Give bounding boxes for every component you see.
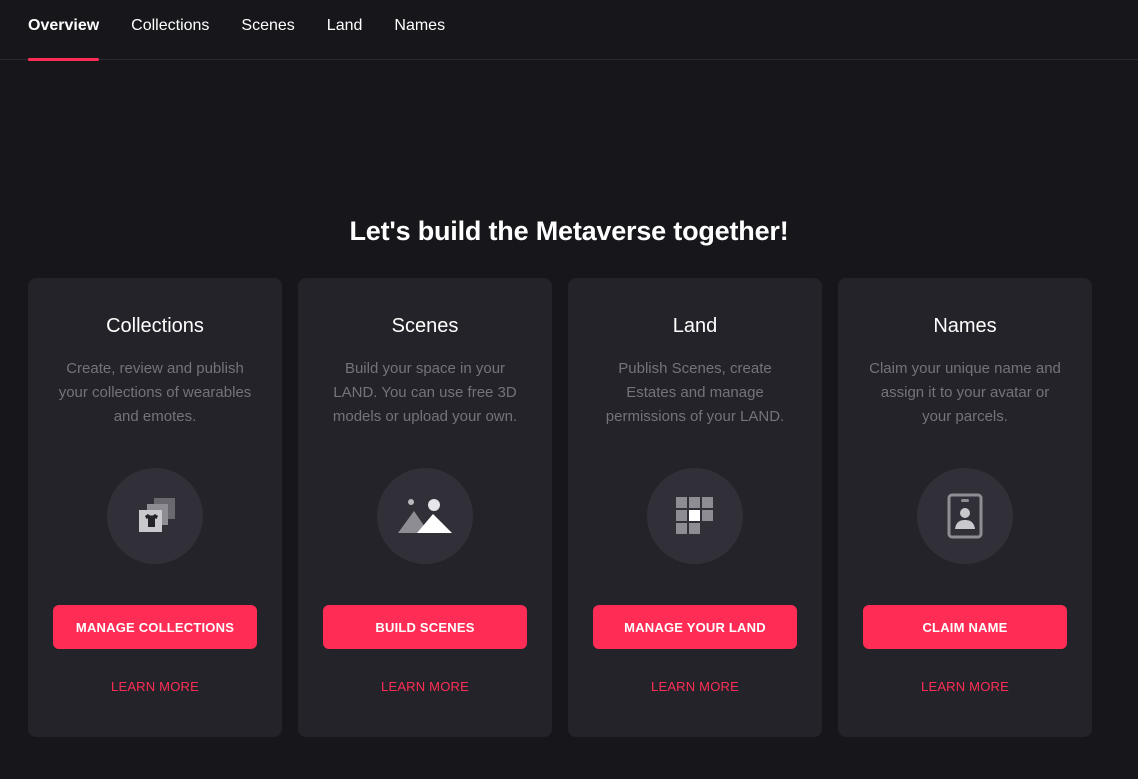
card-land: Land Publish Scenes, create Estates and … (568, 278, 822, 737)
parcel-grid-icon (676, 497, 713, 534)
id-badge-icon (947, 493, 983, 539)
card-title: Collections (106, 315, 204, 337)
learn-more-link[interactable]: LEARN MORE (298, 679, 552, 694)
card-title: Scenes (391, 315, 459, 337)
tab-names[interactable]: Names (394, 0, 445, 60)
learn-more-link[interactable]: LEARN MORE (838, 679, 1092, 694)
collections-icon (107, 468, 203, 564)
tab-scenes[interactable]: Scenes (241, 0, 294, 60)
learn-more-link[interactable]: LEARN MORE (568, 679, 822, 694)
card-description: Build your space in your LAND. You can u… (332, 360, 518, 425)
manage-land-button[interactable]: MANAGE YOUR LAND (593, 605, 797, 649)
tab-collections[interactable]: Collections (131, 0, 209, 60)
card-description: Create, review and publish your collecti… (58, 360, 252, 425)
claim-name-button[interactable]: CLAIM NAME (863, 605, 1067, 649)
card-title: Names (933, 315, 997, 337)
top-navigation: Overview Collections Scenes Land Names (0, 0, 1138, 61)
card-scenes: Scenes Build your space in your LAND. Yo… (298, 278, 552, 737)
tab-overview[interactable]: Overview (28, 0, 100, 61)
tab-land[interactable]: Land (327, 0, 363, 60)
card-collections: Collections Create, review and publish y… (28, 278, 282, 737)
manage-collections-button[interactable]: MANAGE COLLECTIONS (53, 605, 257, 649)
card-title: Land (672, 315, 718, 337)
card-description: Claim your unique name and assign it to … (869, 360, 1061, 425)
names-icon (917, 468, 1013, 564)
page-headline: Let's build the Metaverse together! (349, 216, 789, 246)
mountains-icon (398, 499, 452, 533)
land-icon (647, 468, 743, 564)
build-scenes-button[interactable]: BUILD SCENES (323, 605, 527, 649)
collections-icon-graphic (139, 498, 175, 532)
card-description: Publish Scenes, create Estates and manag… (605, 360, 785, 425)
learn-more-link[interactable]: LEARN MORE (28, 679, 282, 694)
scenes-icon (377, 468, 473, 564)
card-names: Names Claim your unique name and assign … (838, 278, 1092, 737)
feature-cards: Collections Create, review and publish y… (28, 278, 1092, 737)
